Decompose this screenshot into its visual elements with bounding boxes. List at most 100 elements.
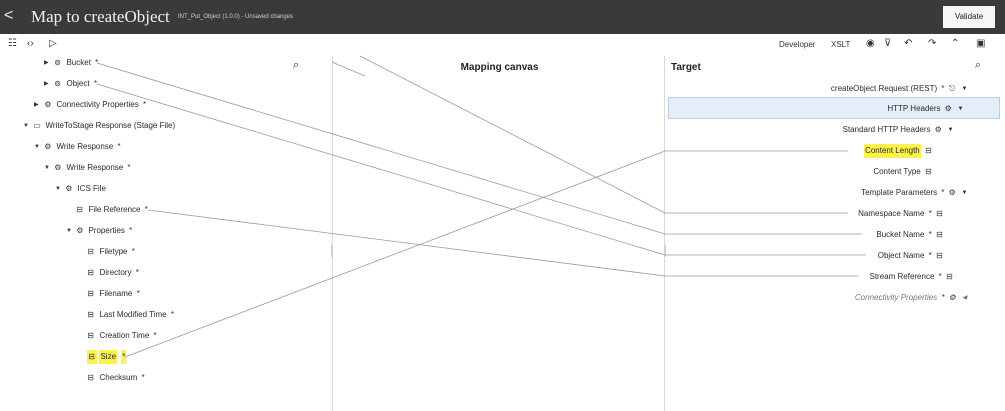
target-item-object-name[interactable]: Object Name * ⊟ [878, 249, 945, 263]
source-item-last-modified-time[interactable]: ⊟ Last Modified Time * [77, 308, 174, 322]
collapse-icon[interactable]: ⌃ [951, 38, 959, 50]
source-item-size[interactable]: ⊟ Size * [77, 350, 127, 364]
tree-label: Filename [99, 289, 133, 298]
target-item-template-parameters[interactable]: Template Parameters * ⚙ ▼ [861, 186, 969, 200]
element-icon: ⊚ [54, 79, 61, 88]
expand-icon[interactable]: ◀ [960, 291, 969, 305]
panel-icon[interactable]: ▣ [976, 38, 985, 50]
collapse-tree-icon[interactable]: ▼ [956, 102, 965, 116]
field-icon: ⊟ [87, 289, 94, 298]
title-bar: < Map to createObject INT_Put_Object (1.… [0, 0, 1005, 34]
field-icon: ⊟ [87, 373, 94, 382]
target-item-connectivity-properties[interactable]: Connectivity Properties * ⚙ ◀ [855, 291, 969, 305]
tree-label: Content Type [873, 167, 921, 176]
collapse-tree-icon[interactable]: ▼ [23, 119, 31, 133]
xslt-button[interactable]: XSLT [831, 39, 850, 51]
field-icon: ⊟ [76, 205, 83, 214]
source-item-filename[interactable]: ⊟ Filename * [77, 287, 140, 301]
required-marker: * [928, 209, 932, 218]
filter-icon[interactable]: ⊽ [884, 38, 891, 50]
source-item-connectivity-properties[interactable]: ▶ ⚙ Connectivity Properties * [34, 98, 146, 112]
tree-label: Last Modified Time [99, 310, 167, 319]
tree-label: Filetype [99, 247, 128, 256]
required-marker: * [141, 373, 145, 382]
collapse-tree-icon[interactable]: ▼ [66, 224, 74, 238]
source-item-write-response[interactable]: ▼ ⚙ Write Response * [34, 140, 121, 154]
tree-label: Object Name [877, 251, 925, 260]
required-marker: * [170, 310, 174, 319]
target-item-content-length[interactable]: Content Length ⊟ [864, 144, 934, 158]
collapse-tree-icon[interactable]: ▼ [44, 161, 52, 175]
target-item-standard-http-headers[interactable]: Standard HTTP Headers ⚙ ▼ [843, 123, 955, 137]
complex-icon: ⚙ [65, 184, 73, 193]
developer-toggle[interactable]: Developer [779, 39, 815, 51]
target-item-content-type[interactable]: Content Type ⊟ [873, 165, 934, 179]
target-panel: Target ⌕ createObject Request (REST) * ⎋… [665, 56, 1005, 411]
field-icon: ⊟ [87, 268, 94, 277]
mapping-canvas[interactable]: Mapping canvas [332, 56, 665, 411]
source-item-creation-time[interactable]: ⊟ Creation Time * [77, 329, 157, 343]
target-title: Target [671, 62, 701, 73]
source-item-ics-file[interactable]: ▼ ⚙ ICS File [55, 182, 106, 196]
collapse-tree-icon[interactable]: ▼ [946, 123, 955, 137]
required-marker: * [131, 247, 135, 256]
source-item-directory[interactable]: ⊟ Directory * [77, 266, 139, 280]
complex-icon: ⚙ [948, 293, 956, 302]
tree-label-highlighted: Content Length [864, 144, 921, 158]
integration-subtitle: INT_Put_Object (1.0.0) - Unsaved changes [178, 14, 294, 20]
required-marker: * [95, 58, 99, 67]
source-item-file-reference[interactable]: ⊟ File Reference * [66, 203, 148, 217]
tree-label: Creation Time [99, 331, 150, 340]
expand-icon[interactable]: ▶ [44, 56, 52, 70]
complex-icon: ⚙ [948, 188, 956, 197]
source-item-checksum[interactable]: ⊟ Checksum * [77, 371, 145, 385]
source-item-properties[interactable]: ▼ ⚙ Properties * [66, 224, 132, 238]
target-item-http-headers[interactable]: HTTP Headers ⚙ ▼ [887, 102, 965, 116]
complex-icon: ⚙ [934, 125, 942, 134]
tree-label: ICS File [77, 184, 106, 193]
tree-label: Namespace Name [858, 209, 925, 218]
tree-label: Standard HTTP Headers [842, 125, 931, 134]
required-marker: * [136, 289, 140, 298]
required-marker: * [144, 205, 148, 214]
redo-icon[interactable]: ↷ [928, 38, 936, 50]
required-marker: * [121, 350, 127, 364]
required-marker: * [129, 226, 133, 235]
required-marker: * [117, 142, 121, 151]
back-icon[interactable]: < [4, 7, 13, 25]
collapse-tree-icon[interactable]: ▼ [55, 182, 63, 196]
expand-icon[interactable]: ▶ [44, 77, 52, 91]
target-item-namespace-name[interactable]: Namespace Name * ⊟ [858, 207, 945, 221]
tree-label: Directory [99, 268, 132, 277]
source-item-bucket[interactable]: ▶ ⊚ Bucket * [44, 56, 98, 70]
canvas-title: Mapping canvas [460, 62, 539, 73]
required-marker: * [153, 331, 157, 340]
collapse-tree-icon[interactable]: ▼ [960, 82, 969, 96]
list-icon[interactable]: ☷ [8, 38, 17, 50]
play-icon[interactable]: ▷ [49, 38, 57, 50]
source-item-write-response-inner[interactable]: ▼ ⚙ Write Response * [44, 161, 131, 175]
tree-label: createObject Request (REST) [830, 84, 938, 93]
target-item-bucket-name[interactable]: Bucket Name * ⊟ [876, 228, 945, 242]
eye-icon[interactable]: ◉ [866, 38, 875, 50]
tree-label: File Reference [88, 205, 141, 214]
code-icon[interactable]: ‹› [27, 38, 34, 50]
target-item-createobject-request[interactable]: createObject Request (REST) * ⎋ ▼ [831, 82, 969, 96]
source-item-object[interactable]: ▶ ⊚ Object * [44, 77, 97, 91]
tree-label: Object [66, 79, 90, 88]
tree-label: WriteToStage Response (Stage File) [45, 121, 176, 130]
page-title: Map to createObject [31, 7, 170, 26]
collapse-tree-icon[interactable]: ▼ [960, 186, 969, 200]
validate-button[interactable]: Validate [943, 6, 995, 28]
required-marker: * [127, 163, 131, 172]
expand-icon[interactable]: ▶ [34, 98, 42, 112]
source-item-filetype[interactable]: ⊟ Filetype * [77, 245, 135, 259]
source-item-writetostage-response[interactable]: ▼ ▭ WriteToStage Response (Stage File) [23, 119, 175, 133]
search-icon[interactable]: ⌕ [975, 59, 981, 71]
target-item-stream-reference[interactable]: Stream Reference * ⊟ [869, 270, 955, 284]
collapse-tree-icon[interactable]: ▼ [34, 140, 42, 154]
required-marker: * [938, 272, 942, 281]
field-icon: ⊟ [936, 209, 943, 218]
search-icon[interactable]: ⌕ [293, 59, 299, 71]
undo-icon[interactable]: ↶ [904, 38, 912, 50]
